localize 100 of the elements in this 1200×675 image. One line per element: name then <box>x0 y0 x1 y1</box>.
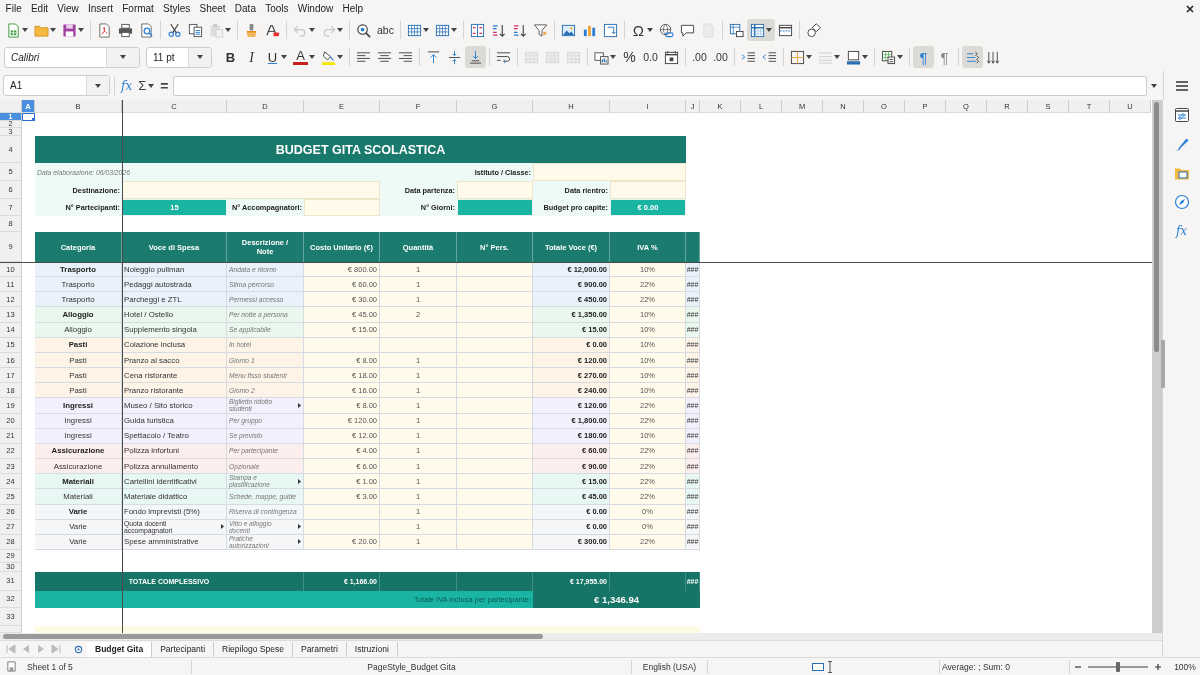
plus-icon[interactable] <box>1154 662 1162 671</box>
name-box[interactable]: A1 <box>3 75 110 96</box>
number-format-button[interactable]: 0.0 <box>640 46 661 68</box>
input-cell[interactable] <box>610 181 686 199</box>
calendar-icon <box>664 49 679 65</box>
lines-icon <box>818 49 833 65</box>
selection-summary: Average: ; Sum: 0 <box>942 661 1010 672</box>
font-color-button[interactable]: A <box>290 46 318 68</box>
scissors-icon <box>167 22 182 38</box>
menu-item[interactable]: Format <box>117 1 159 16</box>
align-center-icon <box>377 49 392 65</box>
sliders-icon[interactable] <box>1173 107 1190 123</box>
eraser-icon <box>265 22 280 38</box>
stacked-cards-icon <box>594 49 609 65</box>
two-columns-icon <box>469 22 485 38</box>
text-left-to-right-button[interactable] <box>962 46 983 68</box>
vertical-scrollbar[interactable] <box>1152 100 1162 633</box>
horizontal-scrollbar[interactable] <box>0 633 1162 640</box>
copy-icon <box>188 22 203 38</box>
value-cell[interactable] <box>457 199 533 216</box>
formula-input[interactable] <box>173 75 1148 96</box>
menu-item[interactable]: Styles <box>158 1 195 16</box>
function-wizard-button[interactable]: fx <box>119 75 135 96</box>
sheet-tab[interactable]: Partecipanti <box>152 641 215 657</box>
sum-button[interactable]: Σ <box>136 75 157 96</box>
special-character-button[interactable]: Ω <box>627 19 656 41</box>
dropdown-arrow-icon <box>309 28 315 32</box>
grid-list-icon <box>881 49 896 65</box>
text-cursor-icon[interactable] <box>827 660 833 673</box>
dropdown-arrow-icon <box>862 55 868 59</box>
sheet-tab[interactable]: Budget Gita <box>87 641 153 657</box>
globe-link-icon <box>658 22 674 38</box>
frame-bar-icon <box>846 49 861 65</box>
close-icon[interactable] <box>1186 4 1194 13</box>
table-header-cell <box>686 232 700 262</box>
menu-icon[interactable] <box>1176 80 1189 91</box>
menu-item[interactable]: Data <box>230 1 261 16</box>
dropdown-arrow-icon <box>78 28 84 32</box>
menu-item[interactable]: Help <box>337 1 368 16</box>
delete-decimal-button[interactable]: .00 <box>710 46 731 68</box>
align-left-icon <box>356 49 371 65</box>
expand-arrow-icon[interactable] <box>1151 83 1158 88</box>
ring-icon[interactable] <box>74 644 83 654</box>
menu-item[interactable]: Window <box>293 1 338 16</box>
align-middle-icon <box>447 49 462 65</box>
dropdown-arrow-icon <box>120 55 126 59</box>
compass-icon[interactable] <box>1173 194 1190 210</box>
sheet-count: Sheet 1 of 5 <box>27 661 73 672</box>
menu-item[interactable]: File <box>1 1 27 16</box>
dropdown-arrow-icon <box>95 83 101 88</box>
grid-icon <box>524 49 539 65</box>
rectangle-icon[interactable] <box>812 662 824 671</box>
dropdown-arrow-icon <box>897 55 903 59</box>
right-triangle-icon <box>298 403 301 408</box>
menu-item[interactable]: Insert <box>83 1 118 16</box>
dropdown-arrow-icon <box>337 55 343 59</box>
zoom-level[interactable]: 100% <box>1170 659 1200 674</box>
sidebar-handle[interactable] <box>1161 340 1165 388</box>
bold-button[interactable]: B <box>220 46 241 68</box>
right-triangle-icon <box>298 539 301 545</box>
add-decimal-button[interactable]: .00 <box>689 46 710 68</box>
pdf-document-icon <box>97 22 112 38</box>
input-cell[interactable] <box>457 181 533 199</box>
align-right-icon <box>398 49 413 65</box>
percent-format-button[interactable]: % <box>619 46 640 68</box>
slider-thumb[interactable] <box>1116 661 1120 672</box>
sheet-tab[interactable]: Riepilogo Spese <box>214 641 293 657</box>
search-icon <box>356 22 371 38</box>
dropdown-arrow-icon <box>806 55 812 59</box>
sheet-title: BUDGET GITA SCOLASTICA <box>275 142 446 157</box>
dropdown-arrow-icon <box>337 28 343 32</box>
dropdown-arrow-icon <box>22 28 28 32</box>
font-name-field[interactable]: Calibri <box>4 46 140 68</box>
selected-cell[interactable] <box>22 113 35 121</box>
dropdown-arrow-icon <box>422 28 429 32</box>
menu-item[interactable]: Tools <box>260 1 294 16</box>
align-top-icon <box>426 49 441 65</box>
input-cell[interactable] <box>533 163 686 181</box>
menu-item[interactable]: View <box>52 1 84 16</box>
sheet-tab[interactable]: Istruzioni <box>346 641 398 657</box>
freeze-button[interactable] <box>746 19 775 41</box>
spelling-button[interactable]: abc <box>374 19 397 41</box>
table-grid-icon <box>406 22 422 38</box>
highlighter-icon <box>321 49 336 65</box>
dropdown-arrow-icon <box>450 28 457 32</box>
menu-item[interactable]: Sheet <box>194 1 231 16</box>
italic-button[interactable]: I <box>241 46 262 68</box>
document-icon[interactable] <box>5 661 17 672</box>
input-cell[interactable] <box>304 199 380 216</box>
functions-button[interactable]: fx <box>1175 223 1188 239</box>
dropdown-arrow-icon <box>197 55 203 59</box>
indent-icon <box>741 49 756 65</box>
underline-button[interactable]: U <box>262 46 290 68</box>
font-size-field[interactable]: 11 pt <box>146 46 212 68</box>
formula-button[interactable]: = <box>158 75 171 96</box>
menu-item[interactable]: Edit <box>26 1 53 16</box>
input-cell[interactable] <box>122 181 380 199</box>
sheet-tab[interactable]: Parametri <box>292 641 347 657</box>
dropdown-arrow-icon <box>834 55 840 59</box>
dropdown-arrow-icon <box>765 28 772 32</box>
